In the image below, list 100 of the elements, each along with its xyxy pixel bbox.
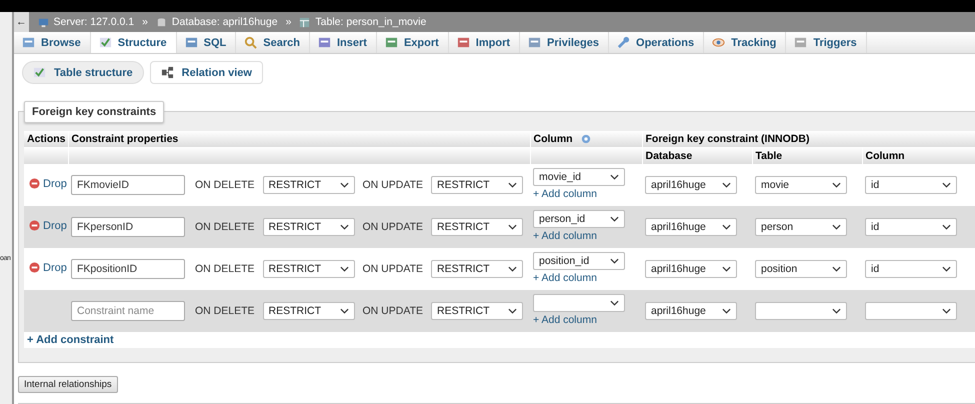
chevron-icon: [610, 174, 619, 180]
chevron-icon: [942, 308, 951, 314]
tab-icon: [184, 36, 198, 49]
column-dropdown[interactable]: movie_id: [533, 168, 625, 186]
field-label: ON DELETE: [195, 263, 255, 275]
structure-icon: [33, 66, 46, 79]
search-icon: [244, 36, 258, 49]
database-dropdown[interactable]: april16huge: [645, 260, 737, 278]
column-header: Column: [534, 133, 573, 145]
column-header: Column: [862, 147, 975, 164]
chevron-icon: [722, 224, 731, 230]
eye-icon: [712, 36, 726, 49]
chevron-icon: [508, 266, 517, 272]
breadcrumb-link[interactable]: Server: 127.0.0.1: [54, 16, 134, 28]
on-delete-dropdown[interactable]: RESTRICT: [262, 302, 355, 320]
chevron-icon: [610, 216, 619, 222]
constraint-name-field[interactable]: FKmovieID: [71, 175, 185, 195]
table-dropdown[interactable]: [755, 302, 847, 320]
field-label: ON UPDATE: [362, 221, 423, 233]
database-dropdown[interactable]: april16huge: [645, 176, 737, 194]
minus-icon: [29, 178, 40, 190]
column-dropdown[interactable]: position_id: [533, 252, 625, 270]
column-dropdown[interactable]: [533, 294, 625, 312]
table-dropdown[interactable]: person: [755, 218, 847, 236]
tab[interactable]: Privileges: [520, 32, 610, 53]
column-header: Actions: [24, 131, 68, 147]
chevron-icon: [508, 224, 517, 230]
add-column-link[interactable]: + Add column: [533, 272, 639, 284]
on-update-dropdown[interactable]: RESTRICT: [431, 176, 523, 194]
server-icon: [38, 16, 48, 28]
tab[interactable]: Browse: [14, 32, 91, 53]
field-label: ON DELETE: [195, 221, 255, 233]
column-dropdown[interactable]: id: [865, 260, 957, 278]
chevron-icon: [340, 308, 349, 314]
tab[interactable]: Insert: [310, 32, 377, 53]
constraint-name-field[interactable]: FKpersonID: [71, 217, 185, 237]
chevron-icon: [942, 182, 951, 188]
column-dropdown[interactable]: [865, 302, 957, 320]
field-label: ON UPDATE: [362, 263, 423, 275]
on-update-dropdown[interactable]: RESTRICT: [431, 302, 523, 320]
database-dropdown[interactable]: april16huge: [645, 218, 737, 236]
tab[interactable]: Structure: [90, 32, 177, 53]
column-header: Foreign key constraint (INNODB): [642, 131, 975, 147]
chevron-icon: [722, 182, 731, 188]
add-column-link[interactable]: + Add column: [533, 188, 639, 200]
column-header: Constraint properties: [68, 131, 530, 147]
on-update-dropdown[interactable]: RESTRICT: [431, 260, 523, 278]
chevron-icon: [832, 308, 841, 314]
chevron-icon: [508, 182, 517, 188]
constraint-name-field[interactable]: FKpositionID: [71, 259, 185, 279]
on-delete-dropdown[interactable]: RESTRICT: [262, 260, 355, 278]
tab[interactable]: Tracking: [704, 32, 786, 53]
fieldset-legend: Foreign key constraints: [24, 101, 164, 123]
database-dropdown[interactable]: april16huge: [645, 302, 737, 320]
chevron-icon: [832, 266, 841, 272]
add-column-link[interactable]: + Add column: [533, 230, 639, 242]
on-delete-dropdown[interactable]: RESTRICT: [262, 176, 355, 194]
breadcrumb-link[interactable]: Table: person_in_movie: [315, 16, 426, 28]
view-tab[interactable]: Relation view: [150, 61, 263, 84]
wrench-icon: [617, 36, 630, 49]
tab[interactable]: Search: [236, 32, 310, 53]
help-icon[interactable]: [580, 134, 591, 144]
breadcrumb-separator: »: [286, 16, 292, 28]
chevron-icon: [942, 266, 951, 272]
breadcrumb-link[interactable]: Database: april16huge: [172, 16, 278, 28]
table-dropdown[interactable]: movie: [755, 176, 847, 194]
table-dropdown[interactable]: position: [755, 260, 847, 278]
column-dropdown[interactable]: id: [865, 176, 957, 194]
tab[interactable]: Triggers: [786, 32, 867, 53]
minus-icon: [29, 220, 40, 232]
tab-icon: [22, 36, 35, 49]
table-icon: [299, 16, 310, 28]
chevron-icon: [610, 258, 619, 264]
chevron-icon: [832, 224, 841, 230]
internal-relationships-button[interactable]: Internal relationships: [18, 376, 118, 393]
tab[interactable]: Operations: [609, 32, 704, 53]
database-icon: [156, 16, 167, 28]
tab[interactable]: SQL: [176, 32, 236, 53]
tab-icon: [528, 36, 542, 49]
field-label: ON UPDATE: [362, 179, 423, 191]
field-label: ON UPDATE: [362, 305, 423, 317]
tab-icon: [456, 36, 470, 49]
field-label: ON DELETE: [195, 179, 255, 191]
constraint-name-field[interactable]: Constraint name: [71, 301, 185, 321]
column-header: Table: [752, 147, 862, 164]
chevron-icon: [722, 266, 731, 272]
column-dropdown[interactable]: person_id: [533, 210, 625, 228]
on-update-dropdown[interactable]: RESTRICT: [431, 218, 523, 236]
view-tab[interactable]: Table structure: [22, 61, 144, 84]
field-label: ON DELETE: [195, 305, 255, 317]
tab-icon: [318, 36, 331, 49]
chevron-icon: [942, 224, 951, 230]
tab-icon: [98, 36, 112, 49]
chevron-icon: [508, 308, 517, 314]
tab[interactable]: Import: [448, 32, 520, 53]
tab[interactable]: Export: [376, 32, 449, 53]
add-constraint-link[interactable]: + Add constraint: [27, 334, 114, 346]
on-delete-dropdown[interactable]: RESTRICT: [262, 218, 355, 236]
column-dropdown[interactable]: id: [865, 218, 957, 236]
chevron-icon: [832, 182, 841, 188]
